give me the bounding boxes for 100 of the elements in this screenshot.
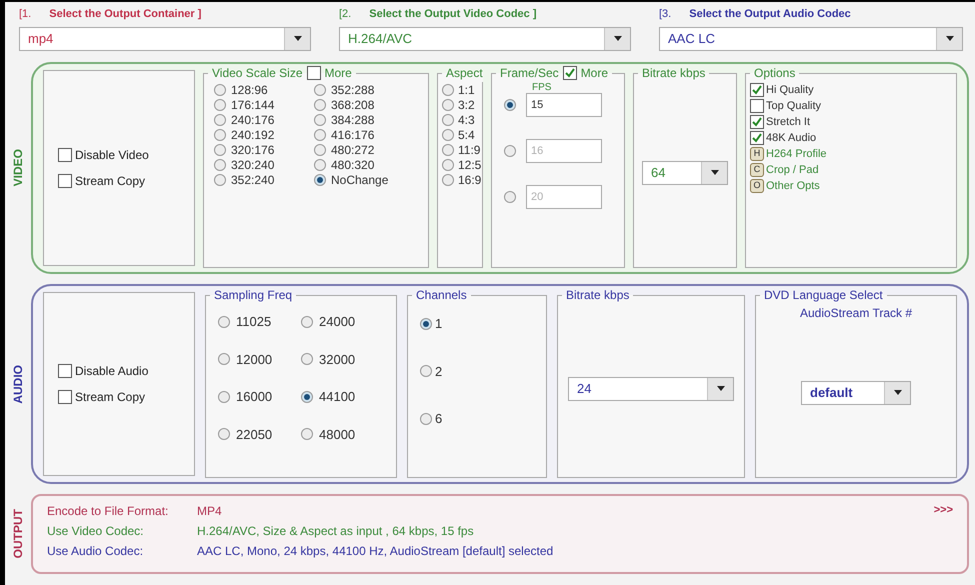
group-title: Bitrate kbps: [566, 287, 630, 304]
group-title: Aspect: [446, 65, 483, 82]
radio-button[interactable]: [442, 98, 454, 110]
checkbox[interactable]: [58, 148, 72, 162]
option-label: 384:288: [331, 112, 374, 128]
option-label: 2: [435, 362, 442, 380]
group-title: Options: [754, 65, 796, 82]
checkbox-label: Top Quality: [766, 98, 822, 114]
checkbox[interactable]: [58, 174, 72, 188]
option-label: 128:96: [231, 82, 268, 98]
caret-icon: [894, 390, 902, 395]
option-label: 4:3: [458, 112, 475, 128]
radio-button[interactable]: [218, 390, 230, 403]
option-label: 11:9: [458, 142, 480, 158]
radio-button[interactable]: [214, 84, 226, 96]
radio-button[interactable]: [314, 128, 326, 140]
caret-icon: [716, 386, 724, 391]
radio-button[interactable]: [301, 390, 313, 403]
option-label: 6: [435, 410, 442, 428]
radio-button[interactable]: [314, 114, 326, 126]
summary-label: Use Video Codec:: [47, 523, 145, 540]
radio-button[interactable]: [214, 114, 226, 126]
option-label: 176:144: [231, 96, 274, 114]
radio-button[interactable]: [214, 174, 226, 186]
dropdown[interactable]: 24: [568, 376, 734, 400]
radio-button[interactable]: [218, 316, 230, 328]
radio-button[interactable]: [218, 353, 230, 366]
radio-button[interactable]: [442, 84, 454, 96]
radio-button[interactable]: [301, 353, 313, 366]
checkbox-label: Disable Video: [75, 147, 149, 164]
step-title: Select the Output Video Codec ]: [369, 7, 536, 22]
dropdown[interactable]: 64: [642, 160, 728, 184]
option-label: 5:4: [458, 126, 475, 144]
radio-button[interactable]: [314, 158, 326, 170]
fps-field[interactable]: 15: [526, 93, 602, 117]
radio-button[interactable]: [314, 174, 326, 186]
summary-value: AAC LC, Mono, 24 kbps, 44100 Hz, AudioStream [default] selected: [197, 543, 554, 560]
radio-button[interactable]: [301, 316, 313, 328]
summary-label: Encode to File Format:: [47, 503, 170, 520]
option-label: 24000: [319, 313, 356, 331]
radio-button[interactable]: [301, 428, 313, 440]
dropdown[interactable]: AAC LC: [659, 26, 963, 50]
option-label: 320:240: [231, 156, 274, 174]
option-button[interactable]: O Other Opts: [750, 178, 820, 194]
checkbox[interactable]: [58, 390, 72, 404]
field-label: FPS: [531, 82, 552, 93]
dropdown[interactable]: mp4: [19, 26, 311, 50]
option-label: 16:9: [458, 172, 482, 188]
option-label: 16000: [236, 388, 272, 406]
section-label: VIDEO: [10, 149, 26, 187]
more-button[interactable]: >>>: [934, 502, 953, 518]
option-label: 44100: [319, 388, 356, 406]
dropdown[interactable]: default: [801, 380, 911, 404]
radio-button[interactable]: [442, 158, 454, 170]
checkbox-label: Stretch It: [766, 114, 810, 130]
group-title: Channels: [416, 287, 467, 304]
radio-button[interactable]: [420, 318, 432, 330]
checkbox[interactable]: [562, 66, 577, 80]
radio-button[interactable]: [214, 128, 226, 140]
radio-button[interactable]: [420, 412, 432, 425]
checkbox-label: Stream Copy: [75, 389, 146, 406]
radio-button[interactable]: [314, 144, 326, 156]
option-label: 48000: [319, 426, 356, 444]
checkbox[interactable]: [306, 66, 321, 80]
option-label: 12:5: [458, 156, 482, 174]
option-button[interactable]: C Crop / Pad: [750, 162, 819, 178]
checkbox[interactable]: [750, 83, 764, 97]
step-title: Select the Output Container ]: [49, 7, 202, 22]
option-label: 368:208: [331, 96, 374, 114]
step-number: [3.: [659, 7, 672, 22]
option-label: 240:192: [231, 126, 274, 144]
radio-button[interactable]: [214, 98, 226, 110]
step-number: [1.: [19, 7, 32, 22]
step-number: [2.: [339, 7, 352, 22]
radio-button[interactable]: [442, 174, 454, 186]
checkbox-label: Stream Copy: [75, 173, 146, 190]
group-title: Sampling Freq: [214, 287, 292, 304]
option-label: 32000: [319, 350, 356, 368]
radio-button[interactable]: [420, 365, 432, 378]
radio-button[interactable]: [442, 128, 454, 140]
radio-button[interactable]: [218, 428, 230, 440]
checkbox[interactable]: [750, 99, 764, 113]
radio-button[interactable]: [314, 84, 326, 96]
radio-button[interactable]: [214, 158, 226, 170]
checkbox[interactable]: [750, 115, 764, 129]
checkbox[interactable]: [750, 131, 764, 145]
dropdown[interactable]: H.264/AVC: [339, 26, 631, 50]
radio-button[interactable]: [442, 114, 454, 126]
option-button[interactable]: H H264 Profile: [750, 146, 827, 162]
option-label: 480:272: [331, 142, 374, 158]
radio-button[interactable]: [214, 144, 226, 156]
option-label: 320:176: [231, 142, 274, 158]
radio-button[interactable]: [442, 144, 454, 156]
checkbox[interactable]: [58, 364, 72, 378]
option-label: 3:2: [458, 96, 475, 114]
summary-value: H.264/AVC, Size & Aspect as input , 64 kbps, 15 fps: [197, 523, 474, 540]
radio-button[interactable]: [314, 98, 326, 110]
checkbox-label: 48K Audio: [766, 130, 816, 146]
option-label: 22050: [236, 426, 272, 444]
radio-button[interactable]: [504, 99, 516, 111]
